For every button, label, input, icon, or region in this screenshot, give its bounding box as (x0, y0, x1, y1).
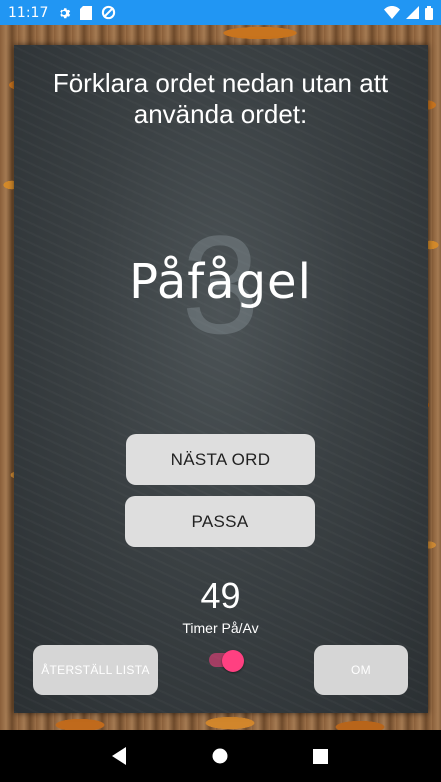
timer-toggle[interactable] (207, 650, 245, 672)
about-button[interactable]: OM (314, 645, 408, 695)
toggle-thumb (222, 650, 244, 672)
sync-icon (101, 5, 116, 20)
status-time: 11:17 (8, 4, 49, 21)
instruction-text: Förklara ordet nedan utan att använda or… (52, 68, 389, 129)
sd-card-icon (80, 5, 93, 20)
wifi-icon (384, 6, 400, 19)
reset-list-button[interactable]: ÅTERSTÄLL LISTA (33, 645, 158, 695)
timer-value: 49 (200, 575, 241, 616)
battery-icon (425, 5, 433, 20)
navigation-bar (0, 730, 441, 782)
next-word-button[interactable]: NÄSTA ORD (126, 434, 315, 485)
back-icon[interactable] (105, 741, 135, 771)
current-word: Påfågel (129, 254, 312, 310)
signal-icon (406, 6, 419, 19)
recents-icon[interactable] (306, 741, 336, 771)
home-icon[interactable] (205, 741, 235, 771)
timer-label: Timer På/Av (182, 620, 259, 636)
status-bar: 11:17 (0, 0, 441, 25)
pass-button[interactable]: PASSA (125, 496, 315, 547)
gear-icon (57, 6, 71, 20)
